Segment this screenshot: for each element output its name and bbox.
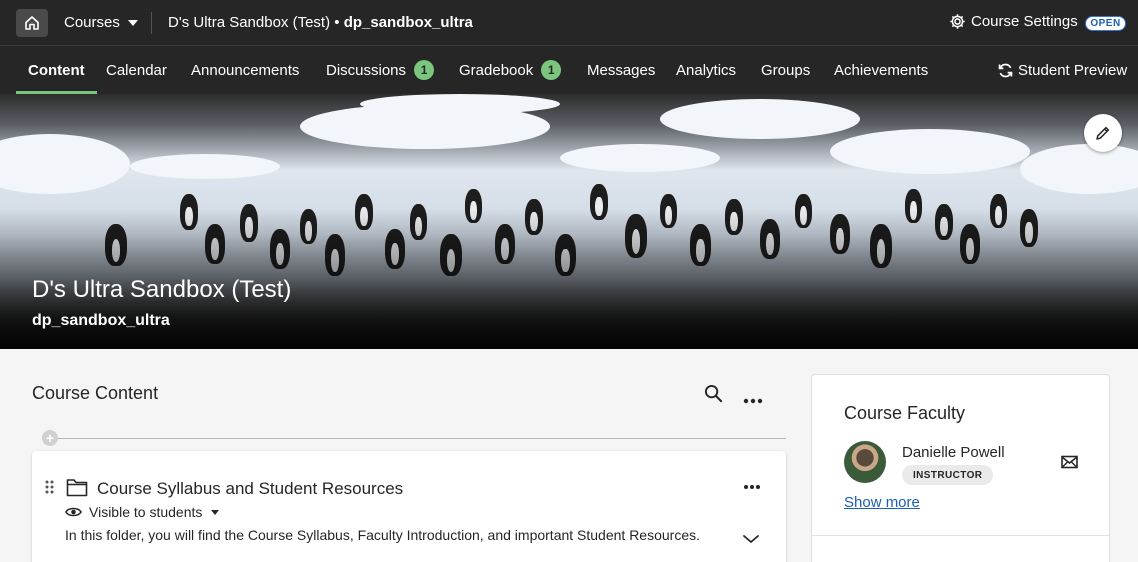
course-faculty-panel: Course Faculty Danielle Powell INSTRUCTO… (811, 374, 1110, 562)
course-faculty-title: Course Faculty (844, 403, 966, 423)
gear-icon (950, 14, 965, 29)
tab-label: Groups (761, 61, 811, 79)
tab-analytics[interactable]: Analytics (676, 46, 736, 94)
expand-button[interactable] (742, 531, 760, 549)
content-item-title[interactable]: Course Syllabus and Student Resources (97, 479, 403, 499)
tab-calendar[interactable]: Calendar (106, 46, 167, 94)
divider (151, 12, 152, 34)
tab-groups[interactable]: Groups (761, 46, 810, 94)
tab-label: Achievements (834, 61, 929, 79)
tab-discussions[interactable]: Discussions 1 (326, 46, 435, 94)
course-content-title: Course Content (32, 383, 159, 403)
avatar (844, 441, 886, 483)
chevron-down-icon (211, 509, 220, 515)
courses-label: Courses (64, 14, 120, 31)
item-more-button[interactable] (743, 477, 761, 495)
course-title: D's Ultra Sandbox (Test) • dp_sandbox_ul… (168, 14, 473, 31)
home-button[interactable] (16, 9, 48, 37)
content-item[interactable]: Course Syllabus and Student Resources Vi… (32, 451, 786, 562)
add-content-divider (58, 438, 786, 439)
search-button[interactable] (704, 384, 723, 408)
role-badge: INSTRUCTOR (902, 465, 994, 485)
top-bar: Courses D's Ultra Sandbox (Test) • dp_sa… (0, 0, 1138, 46)
tab-label: Analytics (676, 61, 737, 79)
divider (812, 535, 1109, 536)
student-preview-button[interactable]: Student Preview (997, 46, 1127, 94)
edit-banner-button[interactable] (1084, 114, 1122, 152)
chevron-down-icon (743, 535, 759, 544)
tab-label: Discussions (326, 61, 407, 79)
visibility-dropdown[interactable]: Visible to students (65, 504, 220, 520)
tab-label: Announcements (191, 61, 300, 79)
message-button[interactable] (1061, 455, 1078, 474)
course-nav: Content Calendar Announcements Discussio… (0, 46, 1138, 94)
faculty-name: Danielle Powell (902, 444, 1005, 461)
folder-icon (66, 477, 88, 502)
more-options-button[interactable] (743, 391, 763, 409)
tab-content[interactable]: Content (16, 46, 97, 94)
course-banner: D's Ultra Sandbox (Test) dp_sandbox_ultr… (0, 94, 1138, 349)
count-badge: 1 (541, 60, 562, 80)
courses-dropdown[interactable]: Courses (64, 14, 138, 31)
tab-label: Messages (587, 61, 656, 79)
tab-label: Calendar (106, 61, 167, 79)
tab-announcements[interactable]: Announcements (191, 46, 299, 94)
chevron-down-icon (127, 19, 138, 26)
student-preview-label: Student Preview (1018, 61, 1128, 79)
banner-title: D's Ultra Sandbox (Test) (32, 276, 292, 303)
more-horizontal-icon (743, 398, 763, 404)
more-horizontal-icon (744, 485, 760, 489)
banner-subtitle: dp_sandbox_ultra (32, 312, 170, 329)
course-id: dp_sandbox_ultra (343, 14, 473, 31)
eye-icon (65, 507, 82, 517)
plus-icon: + (45, 430, 55, 446)
count-badge: 1 (414, 60, 435, 80)
mail-icon (1061, 455, 1078, 469)
pencil-icon (1096, 126, 1110, 140)
separator: • (330, 14, 344, 31)
course-name: D's Ultra Sandbox (Test) (168, 14, 331, 31)
content-item-description: In this folder, you will find the Course… (65, 527, 700, 543)
tab-label: Content (28, 61, 85, 79)
course-settings-button[interactable]: Course Settings (949, 13, 1078, 30)
course-settings-label: Course Settings (971, 13, 1078, 30)
tab-gradebook[interactable]: Gradebook 1 (459, 46, 562, 94)
home-icon (25, 16, 39, 30)
tab-label: Gradebook (459, 61, 534, 79)
status-badge: OPEN (1085, 16, 1126, 31)
drag-handle[interactable] (45, 480, 54, 499)
tab-achievements[interactable]: Achievements (834, 46, 928, 94)
drag-handle-icon (45, 480, 54, 494)
add-content-button[interactable]: + (42, 430, 58, 446)
show-more-link[interactable]: Show more (844, 494, 920, 511)
search-icon (704, 384, 723, 403)
visibility-label: Visible to students (89, 504, 203, 520)
refresh-icon (998, 63, 1013, 77)
tab-messages[interactable]: Messages (587, 46, 655, 94)
